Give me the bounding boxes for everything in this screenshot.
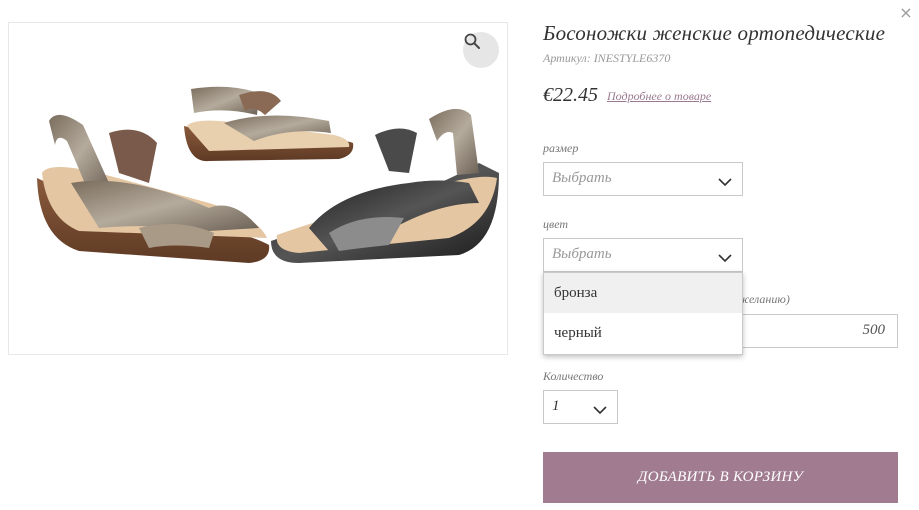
product-title: Босоножки женские ортопедические bbox=[543, 21, 886, 45]
amount-input[interactable]: 500 bbox=[736, 314, 898, 348]
quantity-label: Количество bbox=[543, 369, 604, 383]
color-dropdown: бронза черный bbox=[543, 272, 743, 355]
size-label: размер bbox=[543, 141, 579, 155]
product-image bbox=[8, 22, 508, 355]
amount-label: желанию) bbox=[738, 292, 790, 306]
zoom-button[interactable] bbox=[463, 32, 499, 68]
chevron-down-icon bbox=[718, 250, 732, 268]
amount-value: 500 bbox=[862, 322, 886, 338]
color-select[interactable]: Выбрать bbox=[543, 238, 743, 272]
quantity-select[interactable]: 1 bbox=[543, 390, 618, 424]
quantity-value: 1 bbox=[552, 398, 560, 414]
color-select-value: Выбрать bbox=[552, 246, 612, 262]
chevron-down-icon bbox=[593, 402, 607, 420]
size-select[interactable]: Выбрать bbox=[543, 162, 743, 196]
sandals-illustration bbox=[37, 86, 499, 263]
color-option-black[interactable]: черный bbox=[544, 313, 742, 353]
sku-value: INESTYLE6370 bbox=[593, 51, 671, 65]
sku-label: Артикул: bbox=[543, 51, 591, 65]
size-select-value: Выбрать bbox=[552, 170, 612, 186]
sku-line: Артикул: INESTYLE6370 bbox=[543, 51, 670, 66]
add-to-cart-button[interactable]: Добавить в корзину bbox=[543, 452, 898, 503]
product-price: €22.45 bbox=[543, 84, 598, 106]
chevron-down-icon bbox=[718, 174, 732, 192]
color-label: цвет bbox=[543, 217, 569, 231]
color-option-bronze[interactable]: бронза bbox=[544, 273, 742, 313]
close-button[interactable]: × bbox=[898, 4, 914, 22]
product-details-link[interactable]: Подробнее о товаре bbox=[607, 89, 711, 104]
